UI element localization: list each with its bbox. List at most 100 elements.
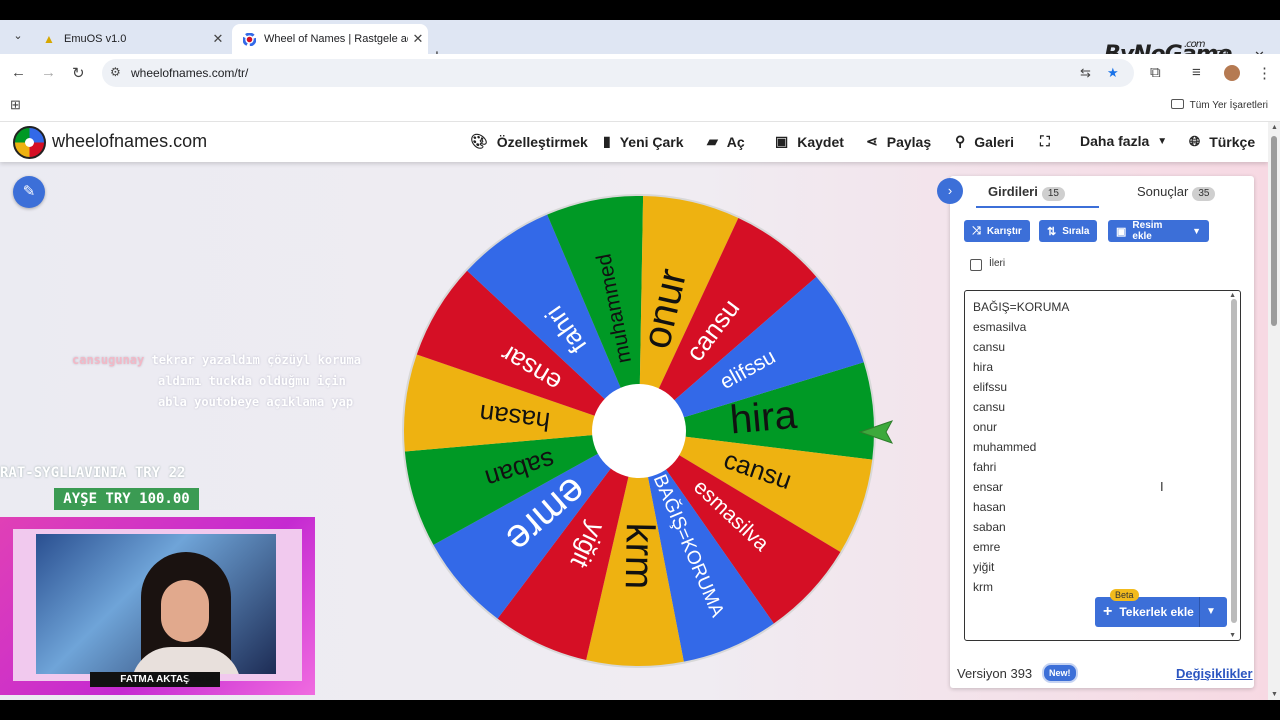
site-logo[interactable]	[13, 126, 46, 159]
browser-menu-icon[interactable]: ⋮	[1257, 64, 1272, 82]
collapse-panel-button[interactable]: ›	[937, 178, 963, 204]
edit-wheel-button[interactable]: ✎	[13, 176, 45, 208]
reload-icon[interactable]: ↻	[72, 64, 85, 82]
palette-icon: 🎨︎	[470, 133, 488, 149]
follow-text: Takip et!	[186, 676, 215, 683]
entry-line[interactable]: cansu	[973, 340, 1005, 354]
menu-open[interactable]: ▰ Aç	[707, 133, 745, 150]
plus-icon: +	[1103, 603, 1113, 620]
text-cursor-icon: I	[1160, 479, 1164, 494]
shuffle-icon: ⤨	[972, 224, 981, 237]
caret-down-icon[interactable]: ▼	[1206, 606, 1216, 617]
entry-line[interactable]: esmasilva	[973, 320, 1026, 334]
url-text[interactable]: wheelofnames.com/tr/	[131, 66, 248, 80]
folder-icon	[1170, 99, 1184, 109]
omnibox[interactable]: ⚙ wheelofnames.com/tr/ ⇆ ★	[102, 59, 1134, 87]
entry-line[interactable]: krm	[973, 580, 993, 594]
close-tab-icon[interactable]: ✕	[408, 31, 428, 47]
scroll-up-icon[interactable]: ▲	[1271, 124, 1278, 131]
streamer-figure	[131, 552, 241, 674]
menu-label: Daha fazla	[1080, 133, 1150, 149]
translate-icon[interactable]: ⇆	[1080, 65, 1091, 81]
caret-down-icon: ▼	[1157, 135, 1168, 147]
page-scrollbar[interactable]: ▲ ▼	[1268, 122, 1280, 700]
entries-count-badge: 15	[1041, 187, 1065, 201]
menu-fullscreen[interactable]: ⛶	[1040, 133, 1059, 150]
scroll-up-icon[interactable]: ▲	[1229, 292, 1236, 299]
tab-results[interactable]: Sonuçlar 35	[1137, 184, 1216, 201]
new-badge[interactable]: New!	[1042, 663, 1078, 683]
entries-textarea[interactable]: ▲ ▼ I Beta + Tekerlek ekle ▼ BAĞIŞ=KORUM…	[964, 290, 1241, 641]
browser-tab-bar: ⌄ ▲ EmuOS v1.0 ✕ Wheel of Names | Rastge…	[0, 20, 1280, 67]
menu-share[interactable]: ⋖ Paylaş	[866, 133, 931, 150]
back-arrow-icon[interactable]: ←	[11, 64, 26, 81]
menu-save[interactable]: ▣ Kaydet	[775, 133, 844, 150]
add-image-button[interactable]: ▣ Resim ekle ▼	[1108, 220, 1209, 242]
entry-line[interactable]: saban	[973, 520, 1006, 534]
add-wheel-button[interactable]: + Tekerlek ekle ▼	[1095, 597, 1227, 627]
entry-line[interactable]: onur	[973, 420, 997, 434]
scroll-down-icon[interactable]: ▼	[1229, 632, 1236, 639]
menu-language[interactable]: 🌐︎ Türkçe	[1189, 133, 1255, 150]
menu-customize[interactable]: 🎨︎ Özelleştirmek	[470, 133, 588, 150]
apps-grid-icon[interactable]: ⊞	[10, 97, 21, 113]
tab-entries[interactable]: Girdileri 15	[988, 184, 1065, 201]
fullscreen-icon: ⛶	[1040, 133, 1050, 149]
tab-title: EmuOS v1.0	[64, 33, 127, 45]
emuos-favicon-icon: ▲	[43, 32, 55, 46]
forward-arrow-icon[interactable]: →	[41, 64, 56, 81]
bottom-letterbox	[0, 700, 1280, 720]
entry-line[interactable]: cansu	[973, 400, 1005, 414]
close-tab-icon[interactable]: ✕	[208, 31, 228, 47]
add-wheel-label: Tekerlek ekle	[1119, 605, 1194, 619]
all-bookmarks-label: Tüm Yer İşaretleri	[1189, 100, 1268, 111]
profile-avatar[interactable]	[1224, 65, 1240, 81]
menu-label: Paylaş	[886, 133, 932, 150]
menu-label: Özelleştirmek	[496, 133, 588, 150]
menu-gallery[interactable]: ⚲ Galeri	[955, 133, 1014, 150]
wheel-center-hub[interactable]	[592, 384, 686, 478]
sort-button[interactable]: ⇅ Sırala	[1039, 220, 1098, 242]
wheel-segment-label: hira	[728, 393, 799, 443]
media-control-icon[interactable]: ≡	[1192, 64, 1201, 81]
entry-line[interactable]: yiğit	[973, 560, 994, 574]
all-bookmarks[interactable]: Tüm Yer İşaretleri	[1170, 99, 1268, 111]
webcam-frame: FATMA AKTAŞ Takip et!	[0, 517, 315, 695]
entry-line[interactable]: BAĞIŞ=KORUMA	[973, 300, 1069, 314]
entry-line[interactable]: ensar	[973, 480, 1003, 494]
entry-line[interactable]: hira	[973, 360, 993, 374]
beta-badge: Beta	[1110, 589, 1139, 601]
spin-wheel[interactable]: hiracansuesmasilvaBAĞIŞ=KORUMAkrmyiğitem…	[400, 192, 878, 670]
entry-line[interactable]: emre	[973, 540, 1000, 554]
save-icon: ▣	[775, 133, 789, 149]
extensions-icon[interactable]: ⧉	[1150, 64, 1161, 81]
menu-label: Aç	[726, 133, 745, 150]
wheel-segment-label: krm	[617, 522, 662, 589]
scroll-down-icon[interactable]: ▼	[1271, 691, 1278, 698]
menu-label: Galeri	[974, 133, 1014, 150]
browser-tab-wheelofnames[interactable]: Wheel of Names | Rastgele ad s ✕	[232, 24, 428, 54]
entries-scrollbar[interactable]	[1231, 299, 1237, 623]
chat-line: tekrar yazaldım çözüyl koruma	[151, 353, 361, 367]
shuffle-button[interactable]: ⤨ Karıştır	[964, 220, 1030, 242]
site-title[interactable]: wheelofnames.com	[52, 131, 207, 152]
shuffle-label: Karıştır	[986, 225, 1022, 237]
menu-label: Kaydet	[797, 133, 844, 150]
menu-more[interactable]: Daha fazla ▼	[1080, 133, 1167, 149]
entry-line[interactable]: muhammed	[973, 440, 1036, 454]
advanced-label: İleri	[989, 258, 1006, 269]
menu-label: Türkçe	[1209, 133, 1256, 150]
scrollbar-thumb[interactable]	[1271, 136, 1277, 326]
bookmark-star-icon[interactable]: ★	[1107, 65, 1119, 81]
entry-line[interactable]: hasan	[973, 500, 1006, 514]
menu-new-wheel[interactable]: ▮ Yeni Çark	[603, 133, 684, 150]
entry-line[interactable]: elifssu	[973, 380, 1007, 394]
entry-line[interactable]: fahri	[973, 460, 996, 474]
browser-tab-emuos[interactable]: ▲ EmuOS v1.0 ✕	[32, 24, 228, 54]
site-info-icon[interactable]: ⚙	[110, 65, 121, 79]
folder-open-icon: ▰	[707, 133, 718, 149]
advanced-checkbox[interactable]	[970, 259, 982, 271]
tab-search-icon[interactable]: ⌄	[8, 26, 28, 46]
sort-icon: ⇅	[1047, 225, 1057, 238]
changelog-link[interactable]: Değişiklikler	[1176, 666, 1253, 681]
